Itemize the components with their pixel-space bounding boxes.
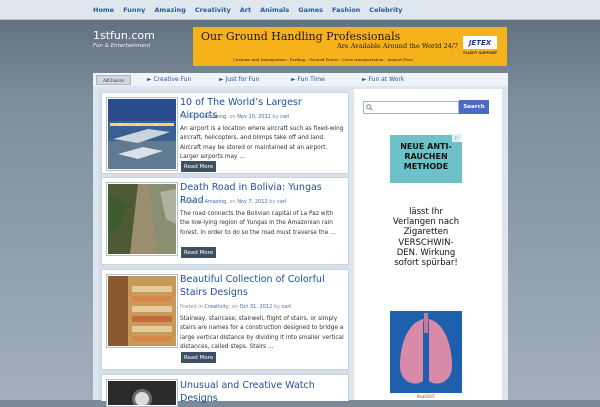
adchoices-badge[interactable]: AdChoices: [96, 75, 131, 85]
nav-item-funny[interactable]: Funny: [123, 6, 145, 14]
ad-body-text: lässt Ihr Verlangen nach Zigaretten VERS…: [392, 207, 460, 269]
meta-by: by: [272, 114, 279, 120]
meta-label: Posted in: [180, 199, 203, 205]
post-author[interactable]: carl: [280, 114, 289, 120]
post-meta: Posted in Amazing, on Nov 10, 2012 by ca…: [180, 114, 289, 120]
banner-logo-text: JETEX: [468, 38, 492, 47]
post-meta: Posted in Creativity, on Oct 31, 2012 by…: [180, 304, 291, 310]
post-category-link[interactable]: Creativity: [204, 304, 228, 310]
meta-label: Posted in: [180, 304, 203, 310]
banner-ad[interactable]: Our Ground Handling Professionals Are Av…: [193, 27, 507, 66]
meta-on: , on: [228, 304, 239, 310]
post-thumbnail-stairs[interactable]: [106, 274, 178, 348]
meta-by: by: [269, 199, 276, 205]
link-fun-time[interactable]: ► Fun Time: [291, 76, 325, 83]
nav-item-celebrity[interactable]: Celebrity: [369, 6, 402, 14]
link-fun-at-work[interactable]: ► Fun at Work: [362, 76, 404, 83]
post-excerpt: An airport is a location where aircraft …: [180, 126, 344, 160]
stairs-image: [108, 276, 176, 346]
meta-on: , on: [226, 199, 236, 205]
search-input[interactable]: [363, 101, 459, 114]
nav-item-amazing[interactable]: Amazing: [154, 6, 185, 14]
link-just-for-fun[interactable]: ► Just for Fun: [219, 76, 259, 83]
post-category-link[interactable]: Amazing: [204, 114, 226, 120]
post-category-link[interactable]: Amazing: [204, 199, 226, 205]
ad-header: NEUE ANTI-RAUCHEN METHODE: [390, 135, 462, 183]
meta-by: by: [273, 304, 280, 310]
sidebar-ad[interactable]: NEUE ANTI-RAUCHEN METHODE lässt Ihr Verl…: [390, 135, 462, 400]
post-title[interactable]: Unusual and Creative Watch Designs: [180, 380, 342, 405]
post-title[interactable]: Beautiful Collection of Colorful Stairs …: [180, 274, 342, 299]
post-thumbnail-airport[interactable]: [106, 97, 178, 171]
nav-item-art[interactable]: Art: [240, 6, 251, 14]
ad-headline: NEUE ANTI-RAUCHEN METHODE: [400, 142, 452, 171]
lungs-image: [390, 311, 462, 393]
meta-on: , on: [226, 114, 236, 120]
post-excerpt: Stairway, staircase, stairwell, flight o…: [180, 316, 344, 350]
ad-info-icon[interactable]: ▷: [452, 134, 462, 142]
site-tagline: Fun & Entertainment: [93, 43, 151, 49]
post-thumbnail-watch[interactable]: [106, 379, 178, 407]
banner-logo: JETEX FLIGHT SUPPORT: [463, 36, 497, 55]
post-meta: Posted in Amazing, on Nov 7, 2012 by car…: [180, 199, 286, 205]
post-author[interactable]: carl: [282, 304, 291, 310]
ad-brand: RealQUIT: [416, 394, 436, 399]
post-date[interactable]: Oct 31, 2012: [240, 304, 273, 310]
nav-item-creativity[interactable]: Creativity: [195, 6, 231, 14]
post-author[interactable]: carl: [277, 199, 286, 205]
nav-item-home[interactable]: Home: [93, 6, 114, 14]
read-more-button[interactable]: Read More: [181, 161, 216, 172]
search-button[interactable]: Search: [459, 100, 489, 114]
post-thumbnail-road[interactable]: [106, 182, 178, 256]
post-date[interactable]: Nov 10, 2012: [237, 114, 271, 120]
search-icon: [366, 104, 373, 111]
post-excerpt: The road connects the Bolivian capital o…: [180, 211, 336, 236]
airport-image: [108, 99, 176, 169]
site-title[interactable]: 1stfun.com: [93, 29, 155, 42]
top-navigation: Home Funny Amazing Creativity Art Animal…: [0, 0, 600, 20]
post-date[interactable]: Nov 7, 2012: [237, 199, 267, 205]
post-card: Beautiful Collection of Colorful Stairs …: [101, 269, 349, 370]
post-card: 10 of The World’s Largesr Airports Poste…: [101, 92, 349, 174]
post-card: Unusual and Creative Watch Designs: [101, 374, 349, 407]
watch-image: [108, 381, 176, 406]
banner-subline: Are Available Around the World 24/7: [337, 42, 459, 50]
banner-logo-sub: FLIGHT SUPPORT: [463, 51, 497, 55]
nav-item-games[interactable]: Games: [298, 6, 323, 14]
meta-label: Posted in: [180, 114, 203, 120]
read-more-button[interactable]: Read More: [181, 352, 216, 363]
link-creative-fun[interactable]: ► Creative Fun: [147, 76, 191, 83]
post-card: Death Road in Bolivia: Yungas Road Poste…: [101, 177, 349, 265]
road-image: [108, 184, 176, 254]
banner-services: Customs and Immigration - Parking - Grou…: [233, 57, 413, 62]
nav-item-fashion[interactable]: Fashion: [332, 6, 360, 14]
nav-item-animals[interactable]: Animals: [260, 6, 289, 14]
read-more-button[interactable]: Read More: [181, 247, 216, 258]
